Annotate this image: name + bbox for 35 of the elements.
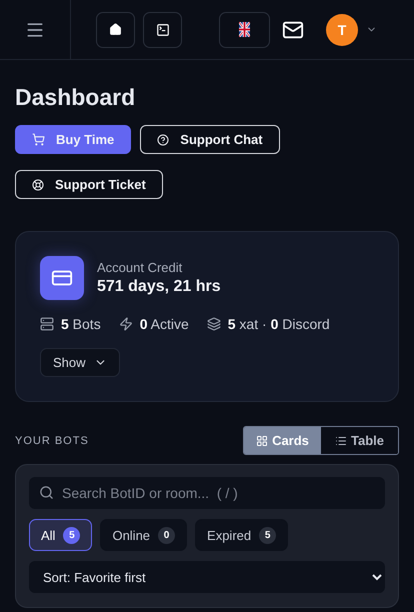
credit-label: Account Credit (97, 260, 184, 275)
stat-text: 5 Bots (61, 316, 101, 332)
terminal-icon (156, 22, 170, 36)
layers-icon (206, 317, 221, 331)
language-button[interactable] (219, 12, 270, 48)
credit-value: 571 days, 21 hrs (97, 278, 221, 296)
home-icon (109, 23, 122, 36)
action-button[interactable]: Buy Time (15, 125, 132, 154)
filter-chip[interactable]: Online 0 (100, 519, 188, 551)
flag-icon (239, 22, 250, 37)
search-icon (39, 485, 54, 500)
search-field[interactable]: Search BotID or room... ( / ) (29, 477, 385, 509)
grid-icon (256, 434, 268, 446)
count-badge: 5 (63, 526, 80, 544)
stat-text: 0 Active (140, 316, 189, 332)
stat-text: 5 xat · 0 Discord (228, 316, 330, 332)
sort-select[interactable]: Sort: Favorite first (29, 561, 385, 593)
filter-chip[interactable]: Expired 5 (195, 519, 288, 551)
home-button[interactable] (96, 12, 135, 48)
server-icon (40, 317, 54, 331)
lifebuoy-icon (32, 178, 44, 190)
show-button[interactable]: Show (40, 348, 120, 377)
page-title: Dashboard (15, 84, 136, 111)
bolt-icon (118, 317, 133, 331)
filter-chip[interactable]: All 5 (29, 519, 92, 551)
count-badge: 5 (259, 526, 276, 544)
section-heading: YOUR BOTS (15, 434, 89, 446)
help-icon (157, 134, 170, 146)
count-badge: 0 (158, 526, 176, 544)
action-button[interactable]: Support Chat (140, 125, 280, 154)
credit-card-icon (40, 256, 84, 300)
view-toggle[interactable]: Cards (244, 427, 321, 454)
cart-icon (32, 133, 45, 146)
action-button[interactable]: Support Ticket (15, 170, 163, 199)
terminal-button[interactable] (143, 12, 182, 48)
